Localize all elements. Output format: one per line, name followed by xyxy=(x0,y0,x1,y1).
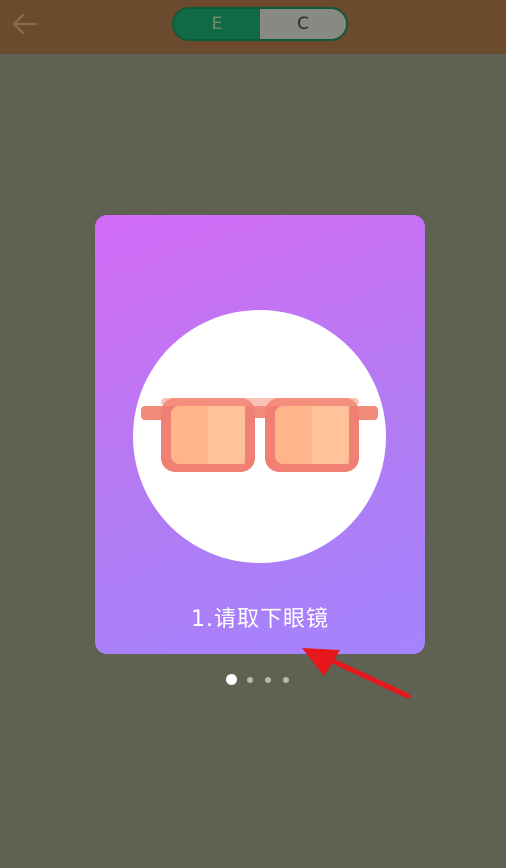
arrow-left-icon xyxy=(12,13,38,35)
screen: E C 1.请取下眼镜 xyxy=(0,0,506,868)
page-indicator xyxy=(226,674,301,685)
page-dot-2[interactable] xyxy=(247,676,253,683)
page-dot-1[interactable] xyxy=(226,674,237,685)
annotation-arrow-icon xyxy=(302,648,411,699)
segment-c[interactable]: C xyxy=(260,9,346,39)
page-dot-4[interactable] xyxy=(283,676,289,683)
card-caption: 1.请取下眼镜 xyxy=(191,607,329,632)
page-dot-3[interactable] xyxy=(265,676,271,683)
top-bar: E C xyxy=(0,0,506,54)
sunglasses-icon xyxy=(141,398,378,472)
language-toggle: E C xyxy=(172,7,348,41)
back-button[interactable] xyxy=(6,6,44,42)
instruction-card[interactable]: 1.请取下眼镜 xyxy=(95,215,425,654)
image-circle xyxy=(133,310,386,563)
segment-e[interactable]: E xyxy=(174,9,260,39)
